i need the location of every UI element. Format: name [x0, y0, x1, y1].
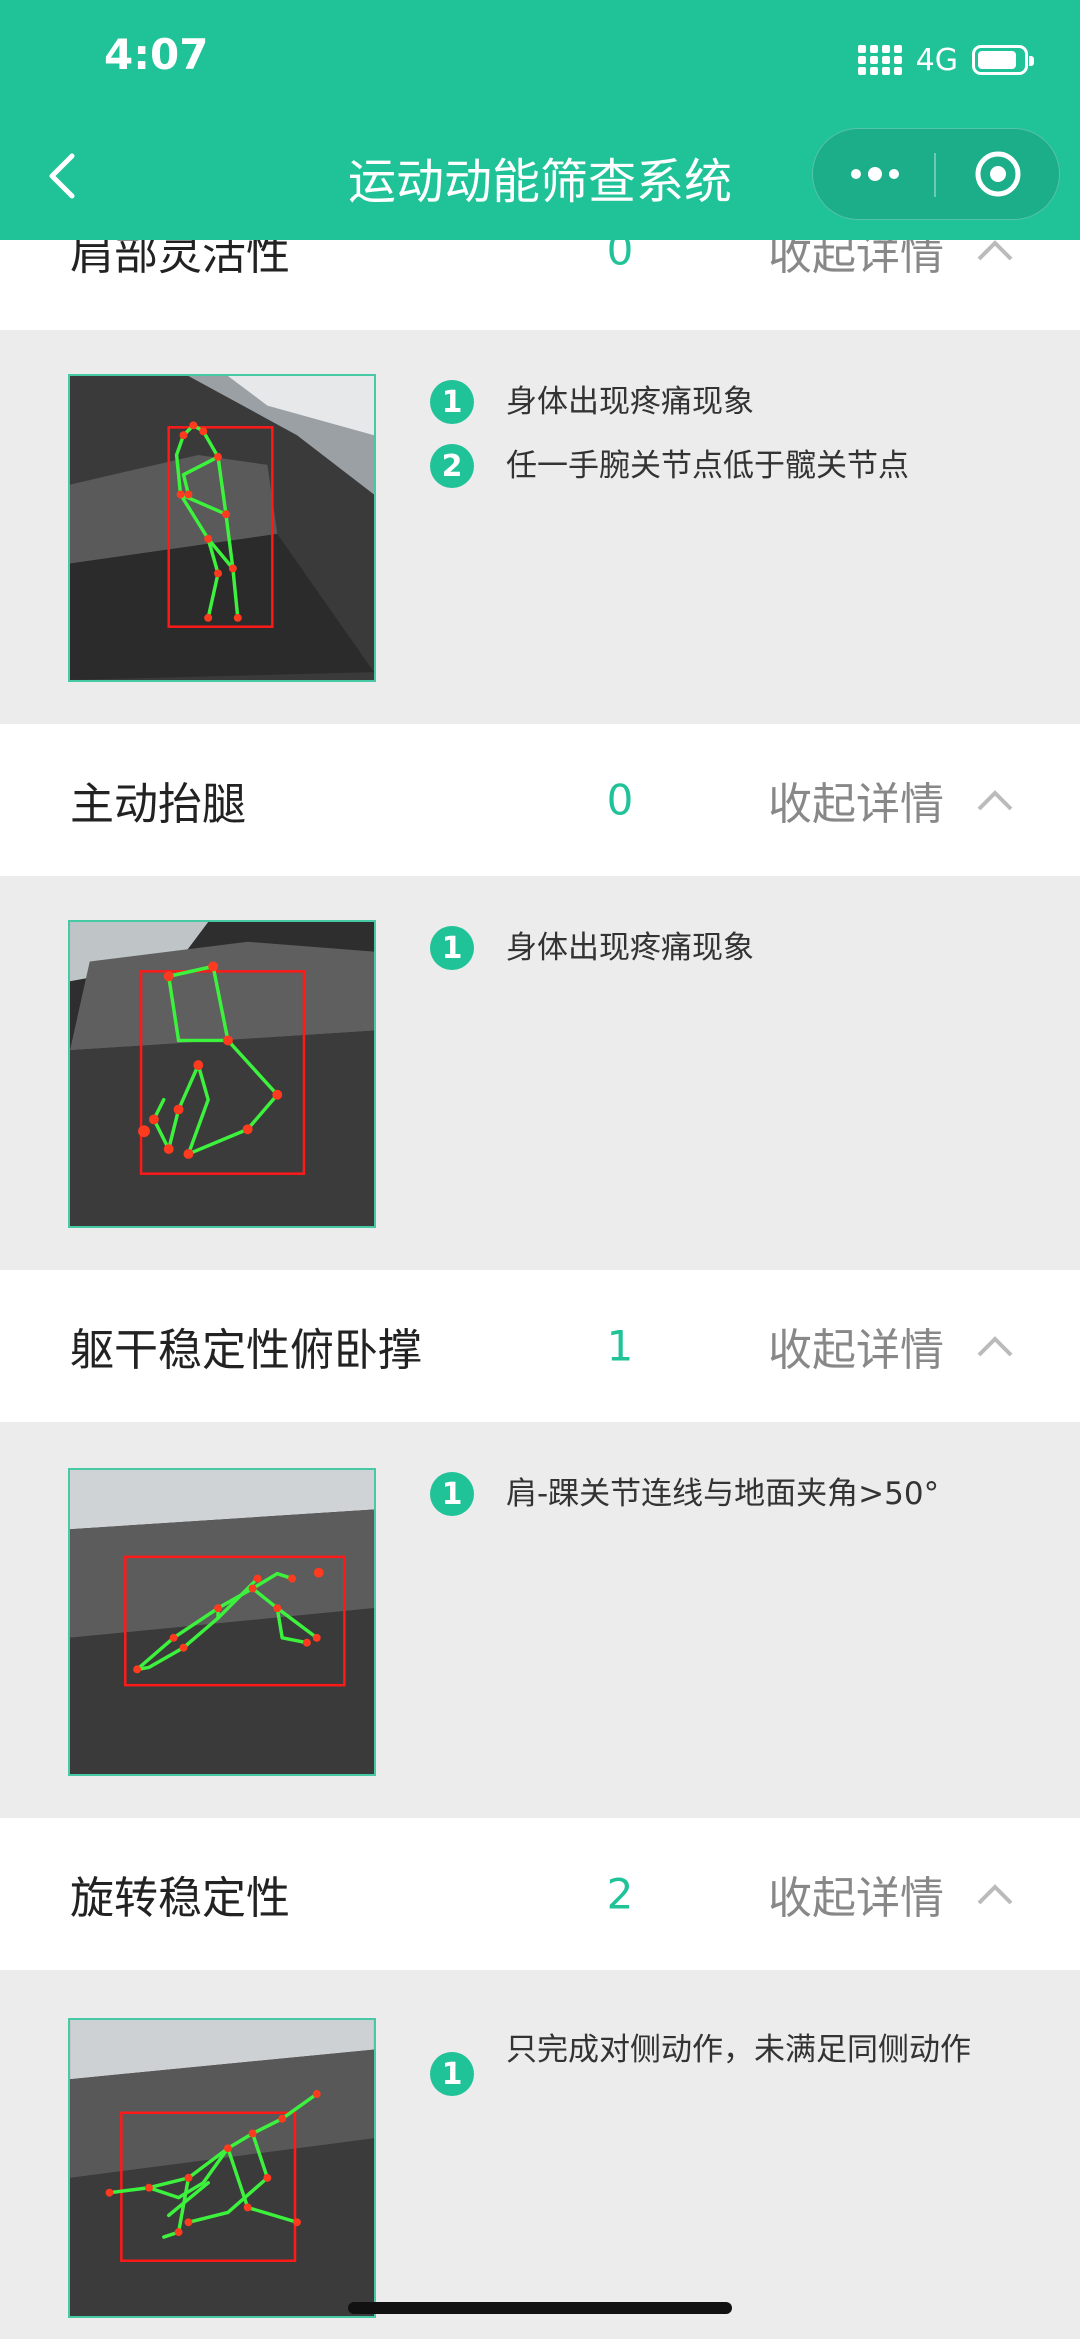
section-score: 0: [606, 775, 634, 825]
criterion-text: 只完成对侧动作，未满足同侧动作: [506, 2032, 971, 2068]
close-miniprogram-button[interactable]: [936, 129, 1059, 219]
criterion-number-badge: 1: [430, 926, 474, 970]
pose-skeleton-image: [70, 2020, 374, 2316]
chevron-up-icon: [977, 1336, 1013, 1357]
status-time: 4:07: [104, 30, 209, 79]
criterion-text: 身体出现疼痛现象: [506, 384, 754, 420]
section-score: 2: [606, 1869, 634, 1919]
status-indicators: 4G: [857, 40, 1034, 80]
criterion-item: 1 只完成对侧动作，未满足同侧动作: [430, 2028, 990, 2096]
criterion-item: 1 身体出现疼痛现象: [430, 380, 990, 425]
criterion-item: 1 身体出现疼痛现象: [430, 926, 990, 971]
criterion-item: 1 肩-踝关节连线与地面夹角>50°: [430, 1472, 990, 1517]
navigation-header: 4:07 4G 运动动能筛查系统: [0, 0, 1080, 240]
pose-thumbnail[interactable]: [68, 374, 376, 682]
criterion-number-badge: 1: [430, 1472, 474, 1516]
section-body-shoulder: 1 身体出现疼痛现象 2 任一手腕关节点低于髋关节点: [0, 330, 1080, 724]
pose-skeleton-image: [70, 922, 374, 1226]
section-score: 1: [606, 1321, 634, 1371]
criterion-number-badge: 2: [430, 444, 474, 488]
pose-thumbnail[interactable]: [68, 1468, 376, 1776]
pose-skeleton-image: [70, 1470, 374, 1774]
home-indicator[interactable]: [348, 2302, 732, 2314]
section-body-active-leg-raise: 1 身体出现疼痛现象: [0, 876, 1080, 1270]
battery-icon: [972, 45, 1034, 75]
section-body-rotary-stability: 1 只完成对侧动作，未满足同侧动作: [0, 1970, 1080, 2339]
pose-thumbnail[interactable]: [68, 920, 376, 1228]
section-header-rotary-stability[interactable]: 旋转稳定性 2 收起详情: [0, 1818, 1080, 1970]
criterion-number-badge: 1: [430, 380, 474, 424]
criterion-item: 2 任一手腕关节点低于髋关节点: [430, 444, 990, 489]
section-name: 旋转稳定性: [70, 1873, 290, 1924]
pose-thumbnail[interactable]: [68, 2018, 376, 2318]
criterion-text: 身体出现疼痛现象: [506, 930, 754, 966]
section-header-trunk-pushup[interactable]: 躯干稳定性俯卧撑 1 收起详情: [0, 1270, 1080, 1422]
more-menu-button[interactable]: [813, 129, 936, 219]
criterion-text: 任一手腕关节点低于髋关节点: [506, 448, 909, 484]
section-body-trunk-pushup: 1 肩-踝关节连线与地面夹角>50°: [0, 1422, 1080, 1818]
collapse-details-button[interactable]: 收起详情: [768, 768, 944, 832]
network-type: 4G: [915, 42, 958, 78]
chevron-up-icon: [977, 790, 1013, 811]
more-dots-icon: [850, 167, 899, 181]
chevron-up-icon: [977, 1884, 1013, 1905]
collapse-details-button[interactable]: 收起详情: [768, 1862, 944, 1926]
signal-icon: [857, 45, 902, 75]
target-circle-icon: [975, 151, 1020, 197]
chevron-up-icon: [977, 240, 1013, 261]
back-arrow-icon[interactable]: [34, 146, 94, 206]
collapse-details-button[interactable]: 收起详情: [768, 1314, 944, 1378]
section-header-active-leg-raise[interactable]: 主动抬腿 0 收起详情: [0, 724, 1080, 876]
criterion-text: 肩-踝关节连线与地面夹角>50°: [506, 1476, 940, 1512]
miniprogram-capsule: [812, 128, 1060, 220]
section-name: 主动抬腿: [70, 779, 246, 830]
pose-skeleton-image: [70, 376, 374, 680]
criterion-number-badge: 1: [430, 2052, 474, 2096]
section-name: 躯干稳定性俯卧撑: [70, 1325, 422, 1376]
